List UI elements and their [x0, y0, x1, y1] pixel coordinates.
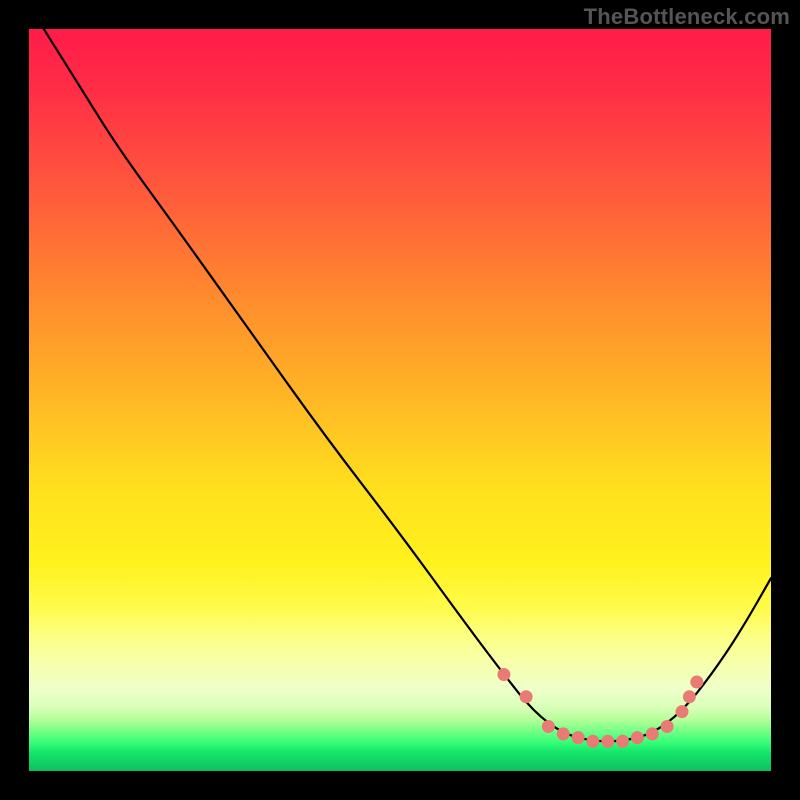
highlight-dot: [498, 669, 510, 681]
highlight-dot: [520, 691, 532, 703]
bottleneck-curve: [44, 29, 771, 741]
highlight-dot: [587, 735, 599, 747]
highlight-dot: [617, 735, 629, 747]
plot-area: [29, 29, 771, 771]
highlight-dot: [542, 721, 554, 733]
highlight-dot: [572, 732, 584, 744]
highlight-dot: [683, 691, 695, 703]
highlight-dot: [661, 721, 673, 733]
highlight-dot: [557, 728, 569, 740]
highlight-dot: [631, 732, 643, 744]
chart-frame: TheBottleneck.com: [0, 0, 800, 800]
highlight-dot: [602, 735, 614, 747]
highlight-dot: [646, 728, 658, 740]
highlight-dot: [676, 706, 688, 718]
highlight-dots: [498, 669, 703, 748]
highlight-dot: [691, 676, 703, 688]
chart-svg: [29, 29, 771, 771]
watermark-text: TheBottleneck.com: [584, 4, 790, 30]
